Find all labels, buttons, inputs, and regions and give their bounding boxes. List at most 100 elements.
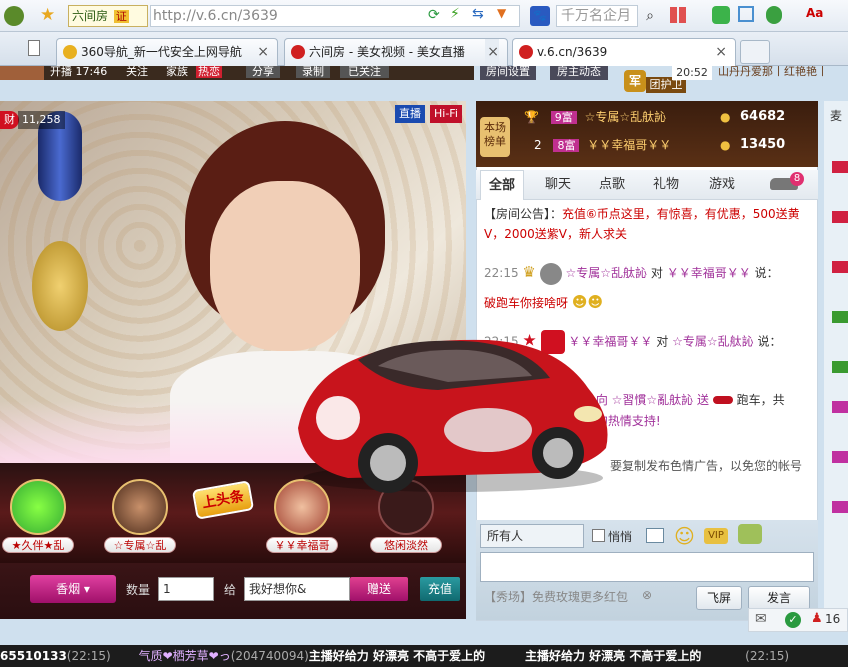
message-time: 22:15 [484,266,519,280]
record-button[interactable]: 录制 [296,66,330,78]
emoji-icon: ☻☻ [571,293,604,311]
list-item[interactable] [832,401,848,413]
rank-row-1[interactable]: 🏆 9富 ☆专属☆乱舦訫 ● 64682 [524,105,814,129]
image-icon[interactable] [646,528,664,543]
host-info: 开播 17:46 [50,66,108,78]
compat-icon[interactable]: ⇆ [472,6,484,22]
close-icon[interactable]: × [485,39,499,65]
tab-label: v.6.cn/3639 [537,45,608,59]
followed-button[interactable]: 已关注 [340,66,389,78]
footer-time-2: (22:15) [745,649,790,663]
search-input[interactable]: 千万名企月 [556,5,638,27]
send-gift-button[interactable]: 赠送 [350,577,408,601]
send-button[interactable]: 发言 [748,586,810,610]
tab-songs[interactable]: 点歌 [590,170,634,200]
sports-car-gift-animation [298,339,608,493]
tab-room[interactable]: v.6.cn/3639 × [512,38,736,66]
list-item[interactable] [832,451,848,463]
fly-screen-button[interactable]: 飞屏 [696,586,742,610]
crown-icon: ♛ [522,263,536,281]
footer-user[interactable]: 气质❤栖芳草❤っ [139,649,231,663]
tab-gifts[interactable]: 礼物 [644,170,688,200]
browser-address-bar: ★ 六间房 证 http://v.6.cn/3639 ⟳ ⚡ ⇆ ▼ 🐾 千万名… [0,0,848,32]
user-icon[interactable]: ♟ [811,611,823,626]
tab-360[interactable]: 360导航_新一代安全上网导航 × [56,38,278,66]
wechat-icon[interactable] [712,6,730,24]
tab-label: 360导航_新一代安全上网导航 [81,45,242,59]
grid-icon[interactable] [738,6,754,22]
gift-bar: 香烟 ▾ 数量 1 给 我好想你& 赠送 充值 [0,563,466,619]
say-word: 说： [757,334,782,349]
user-id: 65510133 [0,649,67,663]
star-icon[interactable]: ★ [40,5,55,25]
rank-name: ☆专属☆乱舦訫 [584,110,667,124]
recharge-button[interactable]: 充值 [420,577,460,601]
search-engine-icon[interactable]: 🐾 [530,6,550,26]
site-badge[interactable]: 六间房 证 [68,5,148,27]
tab-6cn[interactable]: 六间房 - 美女视频 - 美女直播 × [284,38,508,66]
guard-badge[interactable]: 军 [624,70,646,92]
list-item[interactable] [832,161,848,173]
seat-name: ￥￥幸福哥 [266,537,338,553]
list-item[interactable] [832,361,848,373]
dropdown-chevron-icon[interactable]: ▼ [497,6,506,20]
close-icon[interactable]: ⊗ [642,588,652,602]
list-item[interactable] [832,261,848,273]
footer-uid: (204740094) [230,649,309,663]
list-item[interactable] [832,311,848,323]
to-word: 对 [650,266,663,280]
search-icon[interactable]: ⌕ [640,5,660,27]
chat-message: 22:15 ♛ ☆专属☆乱舦訫 对 ￥￥幸福哥￥￥ 说： [484,262,814,285]
url-input[interactable]: http://v.6.cn/3639 [150,5,520,27]
right-sidebar: 麦 [824,101,848,621]
receiver-name[interactable]: ￥￥幸福哥￥￥ [667,266,751,280]
new-tab-button[interactable] [740,40,770,64]
receiver-name[interactable]: ☆专属☆乱舦訫 [672,335,754,349]
room-settings-button[interactable]: 房间设置 [480,66,536,80]
refresh-icon[interactable]: ⟳ [428,7,440,23]
seat-2[interactable]: ☆专属☆乱 [104,479,176,553]
lightning-icon[interactable]: ⚡ [450,6,460,22]
quantity-label: 数量 [126,583,151,597]
gift-icon[interactable] [738,524,762,544]
check-icon[interactable]: ✓ [785,612,801,628]
apps-grid-icon[interactable] [670,7,686,23]
online-count: 16 [825,612,841,626]
private-checkbox[interactable] [592,529,605,542]
message-input[interactable] [480,552,814,582]
6cn-icon [291,45,305,59]
microphone [28,111,98,331]
tab-chat[interactable]: 聊天 [536,170,580,200]
recipient-select[interactable]: 所有人 [480,524,584,548]
smiley-icon[interactable]: ☺ [674,524,695,548]
sender-name[interactable]: ☆专属☆乱舦訫 [566,266,648,280]
seat-name: ☆专属☆乱 [104,537,176,553]
follow-link[interactable]: 关注 [126,66,148,78]
gift-selector[interactable]: 香烟 ▾ [30,575,116,603]
list-item[interactable] [832,211,848,223]
headline-button[interactable]: 上头条 [191,480,255,520]
coin-icon: ● [720,138,731,152]
avatar [10,479,66,535]
shield-icon[interactable] [766,6,782,24]
close-icon[interactable]: × [715,39,727,65]
tab-all[interactable]: 全部 [480,170,524,200]
font-icon[interactable]: Aa [806,6,823,20]
announcement: 【房间公告】：充值⑥币点这里，有惊喜，有优惠，500送黄V，2000送紫V，新人… [484,204,814,244]
tab-games[interactable]: 游戏 [700,170,744,200]
page-icon[interactable] [28,40,40,56]
close-icon[interactable]: × [257,39,269,65]
list-item[interactable] [832,501,848,513]
back-button[interactable] [4,6,24,26]
promo-link[interactable]: 【秀场】免费玫瑰更多红包 [484,588,628,605]
chat-tabs: 全部 聊天 点歌 礼物 游戏 8 [476,170,818,200]
share-button[interactable]: 分享 [246,66,280,78]
seat-1[interactable]: ★久伴★乱 [2,479,74,553]
vip-badge[interactable]: VIP [704,528,728,544]
rank-row-2[interactable]: 2 8富 ￥￥幸福哥￥￥ ● 13450 [534,133,814,157]
warning-text: 要复制发布色情广告，以免您的帐号 [610,459,803,473]
room-events-button[interactable]: 房主动态 [550,66,608,80]
quantity-input[interactable]: 1 [158,577,214,601]
mail-icon[interactable]: ✉ [755,611,767,627]
recipient-select[interactable]: 我好想你& [244,577,350,601]
